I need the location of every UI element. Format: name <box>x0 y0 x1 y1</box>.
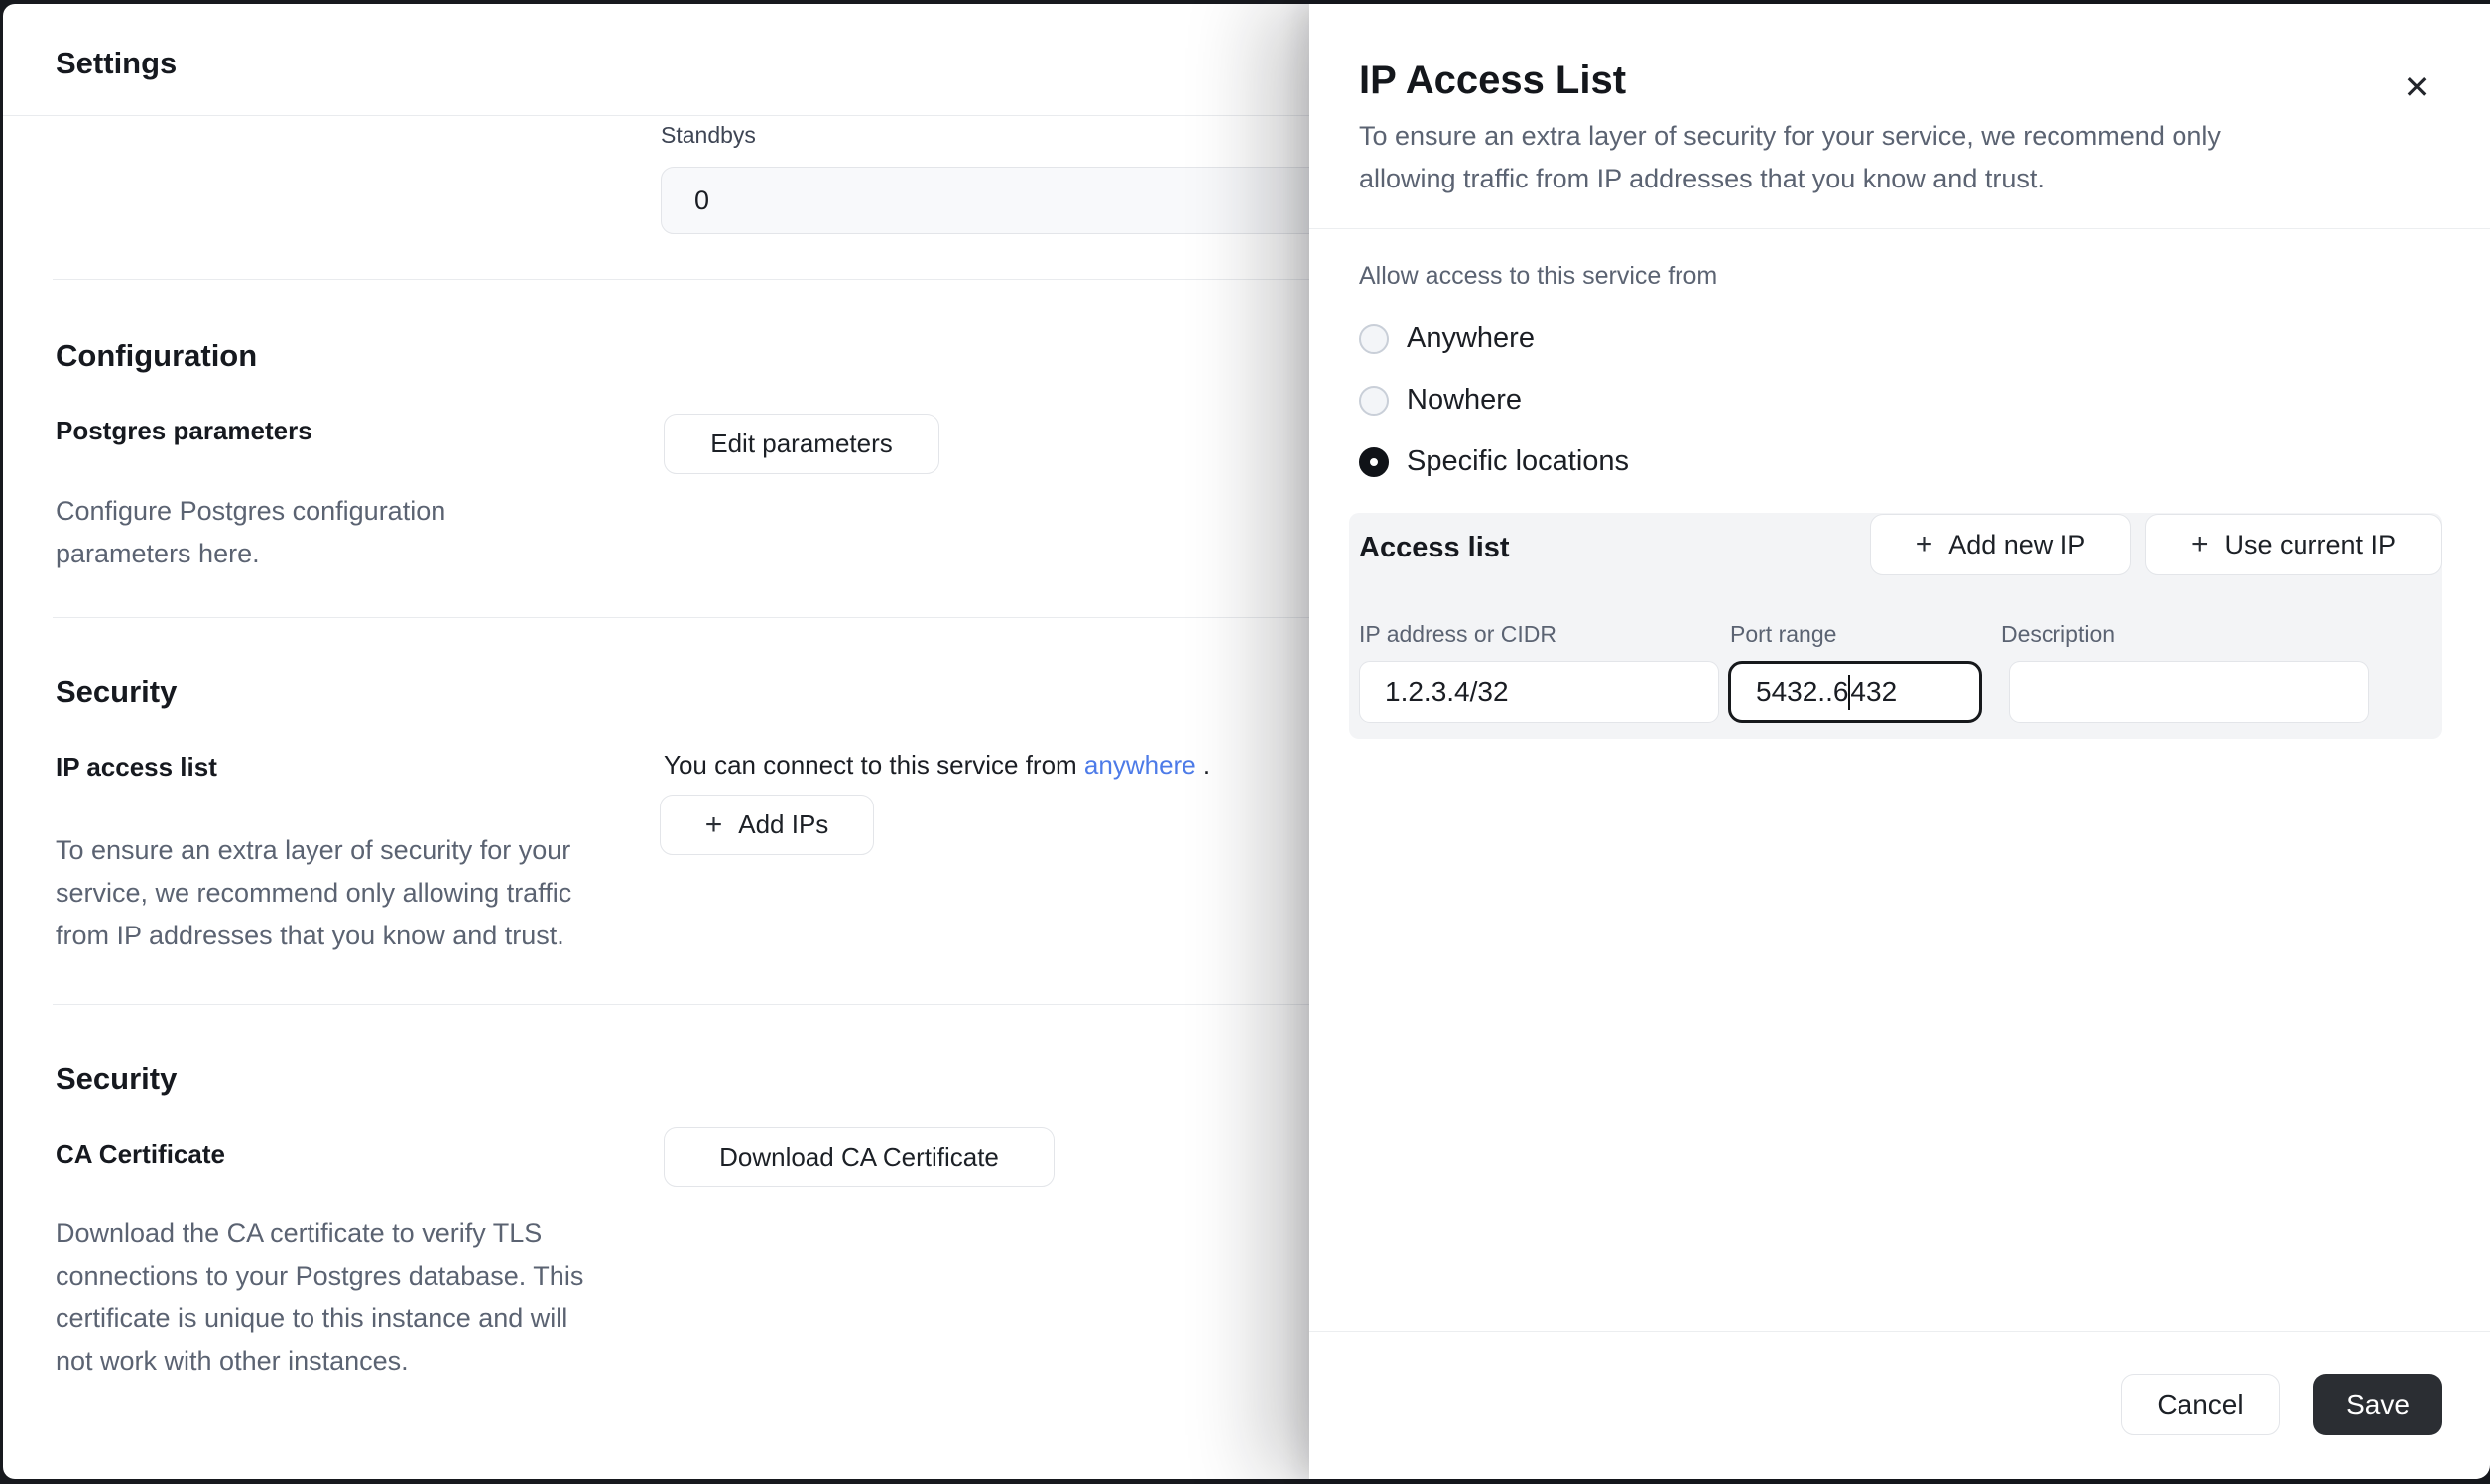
anywhere-link[interactable]: anywhere <box>1084 750 1196 780</box>
page-title: Settings <box>56 46 177 81</box>
add-ips-label: Add IPs <box>738 809 828 840</box>
postgres-parameters-label: Postgres parameters <box>56 416 312 446</box>
download-ca-certificate-button[interactable]: Download CA Certificate <box>664 1127 1055 1187</box>
cancel-label: Cancel <box>2157 1389 2243 1421</box>
ip-access-list-label: IP access list <box>56 752 217 783</box>
security-ca-heading: Security <box>56 1061 177 1097</box>
edit-parameters-label: Edit parameters <box>710 429 893 459</box>
divider <box>1309 1331 2490 1332</box>
plus-icon: + <box>705 810 723 840</box>
radio-label: Nowhere <box>1407 384 1522 417</box>
add-new-ip-button[interactable]: + Add new IP <box>1870 514 2131 575</box>
add-ips-button[interactable]: + Add IPs <box>660 795 874 855</box>
connect-suffix: . <box>1203 750 1210 780</box>
connect-from-text: You can connect to this service from any… <box>664 750 1210 781</box>
use-current-ip-label: Use current IP <box>2224 530 2396 560</box>
drawer-title: IP Access List <box>1359 59 1626 103</box>
drawer-description: To ensure an extra layer of security for… <box>1359 115 2292 200</box>
security-ca-description: Download the CA certificate to verify TL… <box>56 1212 611 1383</box>
radio-unselected-icon[interactable] <box>1359 386 1389 416</box>
ip-address-value: 1.2.3.4/32 <box>1385 677 1509 708</box>
radio-option-specific-locations[interactable]: Specific locations <box>1359 445 1629 478</box>
radio-selected-icon[interactable] <box>1359 447 1389 477</box>
radio-label: Anywhere <box>1407 322 1535 355</box>
plus-icon: + <box>1916 530 1933 559</box>
standbys-value: 0 <box>694 186 709 216</box>
connect-prefix: You can connect to this service from <box>664 750 1084 780</box>
security-ip-description: To ensure an extra layer of security for… <box>56 829 586 957</box>
close-icon[interactable]: ✕ <box>2391 62 2442 113</box>
configuration-description: Configure Postgres configuration paramet… <box>56 490 512 575</box>
add-new-ip-label: Add new IP <box>1948 530 2085 560</box>
security-ip-heading: Security <box>56 675 177 710</box>
use-current-ip-button[interactable]: + Use current IP <box>2145 514 2442 575</box>
allow-access-label: Allow access to this service from <box>1359 262 1717 291</box>
save-button[interactable]: Save <box>2313 1374 2442 1435</box>
column-ip-address: IP address or CIDR <box>1359 621 1556 648</box>
ca-certificate-label: CA Certificate <box>56 1139 225 1170</box>
port-range-value-after: 432 <box>1850 677 1897 708</box>
port-range-value-before: 5432..6 <box>1756 677 1848 708</box>
radio-label: Specific locations <box>1407 445 1629 478</box>
edit-parameters-button[interactable]: Edit parameters <box>664 414 939 474</box>
cancel-button[interactable]: Cancel <box>2121 1374 2280 1435</box>
description-input[interactable] <box>2009 661 2369 723</box>
standbys-label: Standbys <box>661 122 756 149</box>
radio-unselected-icon[interactable] <box>1359 324 1389 354</box>
radio-option-nowhere[interactable]: Nowhere <box>1359 384 1522 417</box>
column-description: Description <box>2001 621 2115 648</box>
save-label: Save <box>2346 1389 2410 1421</box>
ip-address-input[interactable]: 1.2.3.4/32 <box>1359 661 1719 723</box>
access-list-heading: Access list <box>1359 532 1510 564</box>
radio-option-anywhere[interactable]: Anywhere <box>1359 322 1535 355</box>
ip-access-list-drawer: IP Access List ✕ To ensure an extra laye… <box>1309 4 2490 1479</box>
download-ca-label: Download CA Certificate <box>719 1142 999 1173</box>
port-range-input[interactable]: 5432..6432 <box>1728 661 1982 723</box>
column-port-range: Port range <box>1730 621 1836 648</box>
configuration-heading: Configuration <box>56 338 257 374</box>
divider <box>1309 228 2490 229</box>
plus-icon: + <box>2191 530 2209 559</box>
